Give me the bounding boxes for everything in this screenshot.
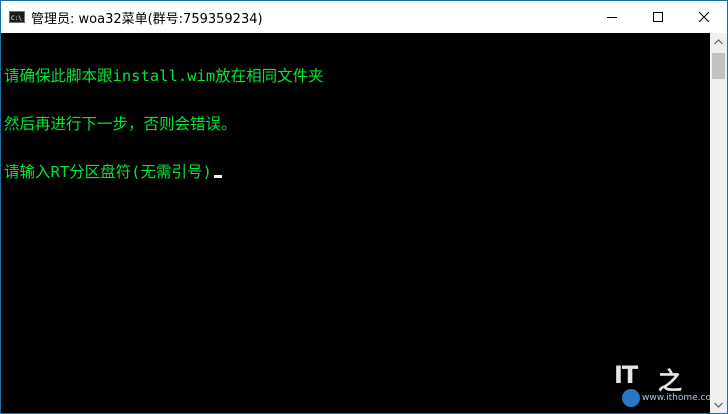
- console-text: 请确保此脚本跟install.wim放在相同文件夹 然后再进行下一步，否则会错误…: [4, 36, 324, 212]
- command-prompt-icon[interactable]: C:\: [9, 11, 25, 23]
- scroll-thumb[interactable]: [712, 53, 725, 79]
- close-icon: [699, 12, 709, 22]
- title-bar[interactable]: C:\ 管理员: woa32菜单(群号:759359234): [1, 1, 727, 33]
- maximize-icon: [653, 12, 663, 22]
- vertical-scrollbar[interactable]: [710, 33, 727, 413]
- watermark-logo-char: 之: [658, 367, 682, 395]
- watermark-globe-icon: [622, 389, 640, 407]
- minimize-icon: [607, 17, 617, 18]
- console-prompt-line: 请输入RT分区盘符(无需引号): [4, 164, 324, 180]
- maximize-button[interactable]: [635, 1, 681, 33]
- console-line: 然后再进行下一步，否则会错误。: [4, 115, 237, 133]
- close-button[interactable]: [681, 1, 727, 33]
- window-title: 管理员: woa32菜单(群号:759359234): [31, 11, 263, 27]
- caption-buttons: [589, 1, 727, 33]
- chevron-down-icon: [714, 402, 723, 408]
- chevron-up-icon: [714, 38, 723, 44]
- console-output[interactable]: 请确保此脚本跟install.wim放在相同文件夹 然后再进行下一步，否则会错误…: [1, 33, 710, 413]
- minimize-button[interactable]: [589, 1, 635, 33]
- ithome-watermark: IT 之 www.ithome.com: [606, 359, 710, 411]
- scroll-up-button[interactable]: [710, 33, 727, 50]
- console-line: 请输入RT分区盘符(无需引号): [4, 163, 212, 181]
- console-line: 请确保此脚本跟install.wim放在相同文件夹: [4, 67, 324, 85]
- watermark-logo-text: IT: [614, 361, 638, 389]
- text-cursor: [213, 175, 222, 178]
- svg-text:C:\: C:\: [11, 15, 22, 21]
- scroll-down-button[interactable]: [710, 396, 727, 413]
- watermark-url: www.ithome.com: [642, 393, 710, 403]
- console-window: C:\ 管理员: woa32菜单(群号:759359234) 请确保此脚本跟in…: [0, 0, 728, 414]
